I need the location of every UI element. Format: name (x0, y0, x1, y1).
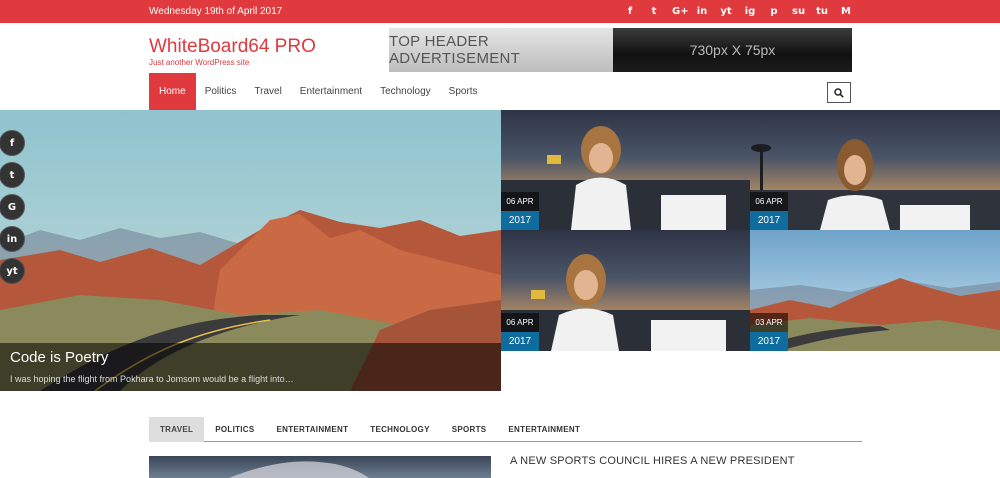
date-day: 06 APR (501, 313, 539, 332)
nav-item-technology[interactable]: Technology (371, 73, 440, 110)
nav-item-travel[interactable]: Travel (245, 73, 290, 110)
nav-item-politics[interactable]: Politics (196, 73, 246, 110)
post-thumbnail[interactable] (149, 456, 491, 478)
post-tile[interactable]: 06 APR 2017 (501, 230, 750, 351)
twitter-icon[interactable]: t (648, 6, 660, 17)
google-plus-icon[interactable]: G (0, 194, 25, 220)
header-ad-label[interactable]: TOP HEADER ADVERTISEMENT (389, 28, 613, 72)
google-plus-icon[interactable]: G+ (672, 6, 689, 17)
site-title[interactable]: WhiteBoard64 PRO (149, 36, 316, 58)
date-year: 2017 (501, 332, 539, 351)
post-headline[interactable]: A NEW SPORTS COUNCIL HIRES A NEW PRESIDE… (510, 455, 795, 467)
nav-item-home[interactable]: Home (149, 73, 196, 110)
date-badge: 03 APR 2017 (750, 313, 788, 351)
facebook-icon[interactable]: f (624, 6, 636, 17)
tab-politics[interactable]: POLITICS (204, 417, 265, 442)
post-tile[interactable]: 06 APR 2017 (750, 110, 1000, 230)
current-date: Wednesday 19th of April 2017 (149, 6, 283, 17)
youtube-icon[interactable]: yt (720, 6, 732, 17)
search-icon (834, 87, 844, 98)
twitter-icon[interactable]: t (0, 162, 25, 188)
post-tile[interactable]: 06 APR 2017 (501, 110, 750, 230)
featured-excerpt: I was hoping the flight from Pokhara to … (10, 374, 294, 384)
date-year: 2017 (750, 211, 788, 230)
tab-sports[interactable]: SPORTS (441, 417, 498, 442)
site-tagline: Just another WordPress site (149, 58, 250, 67)
date-day: 06 APR (750, 192, 788, 211)
linkedin-icon[interactable]: in (696, 6, 708, 17)
featured-title[interactable]: Code is Poetry (10, 349, 108, 366)
date-day: 06 APR (501, 192, 539, 211)
featured-main-post[interactable]: Code is Poetry I was hoping the flight f… (0, 110, 501, 391)
date-day: 03 APR (750, 313, 788, 332)
top-social-links: f t G+ in yt ig p su tu M (624, 0, 852, 23)
date-badge: 06 APR 2017 (501, 192, 539, 230)
main-nav: Home Politics Travel Entertainment Techn… (149, 73, 487, 110)
youtube-icon[interactable]: yt (0, 258, 25, 284)
stadium-image (229, 461, 369, 478)
search-button[interactable] (827, 82, 851, 103)
header-ad-size[interactable]: 730px X 75px (613, 28, 852, 72)
facebook-icon[interactable]: f (0, 130, 25, 156)
top-bar: Wednesday 19th of April 2017 f t G+ in y… (0, 0, 1000, 23)
stumbleupon-icon[interactable]: su (792, 6, 805, 17)
header-ad-text: TOP HEADER ADVERTISEMENT (389, 33, 521, 67)
date-year: 2017 (750, 332, 788, 351)
featured-posts: Code is Poetry I was hoping the flight f… (0, 110, 1000, 391)
nav-item-entertainment[interactable]: Entertainment (291, 73, 371, 110)
date-badge: 06 APR 2017 (501, 313, 539, 351)
date-badge: 06 APR 2017 (750, 192, 788, 230)
tab-entertainment[interactable]: ENTERTAINMENT (266, 417, 360, 442)
tab-entertainment-2[interactable]: ENTERTAINMENT (497, 417, 591, 442)
linkedin-icon[interactable]: in (0, 226, 25, 252)
category-tabs: TRAVEL POLITICS ENTERTAINMENT TECHNOLOGY… (149, 417, 862, 442)
instagram-icon[interactable]: ig (744, 6, 756, 17)
tab-technology[interactable]: TECHNOLOGY (359, 417, 440, 442)
medium-icon[interactable]: M (840, 6, 852, 17)
pinterest-icon[interactable]: p (768, 6, 780, 17)
header-ad-size-text: 730px X 75px (689, 42, 776, 58)
post-tile[interactable]: 03 APR 2017 (750, 230, 1000, 351)
floating-social-bar: f t G in yt (0, 130, 25, 290)
nav-item-sports[interactable]: Sports (440, 73, 487, 110)
tab-travel[interactable]: TRAVEL (149, 417, 205, 442)
featured-caption: Code is Poetry I was hoping the flight f… (0, 343, 501, 391)
date-year: 2017 (501, 211, 539, 230)
tumblr-icon[interactable]: tu (816, 6, 828, 17)
